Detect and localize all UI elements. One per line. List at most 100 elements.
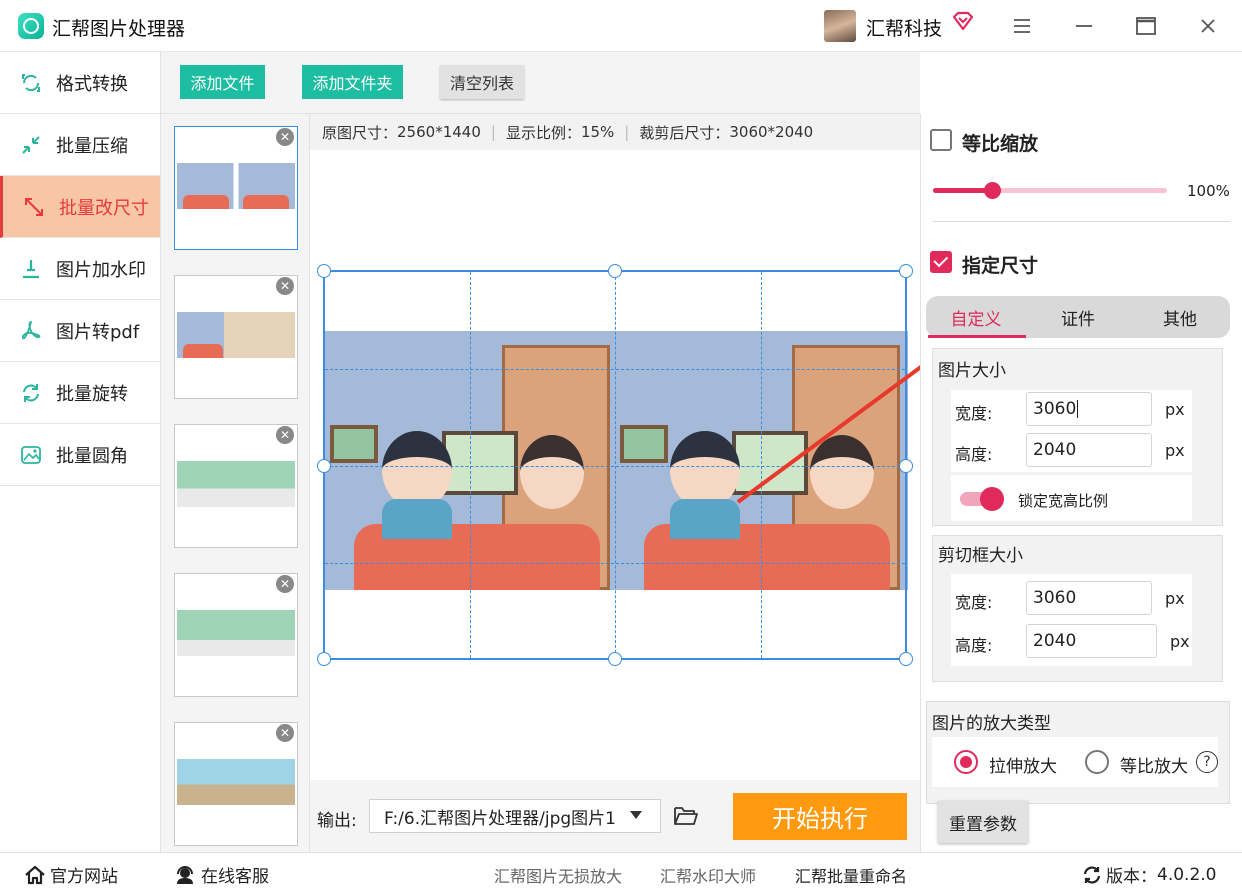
resize-icon [21, 194, 47, 220]
add-folder-button[interactable]: 添加文件夹 [302, 65, 403, 99]
batch-rename-link[interactable]: 汇帮批量重命名 [795, 863, 907, 887]
lossless-enlarge-link[interactable]: 汇帮图片无损放大 [494, 863, 622, 887]
watermark-master-link[interactable]: 汇帮水印大师 [660, 863, 756, 887]
crop-handle-bottom-left[interactable] [317, 652, 331, 666]
remove-thumbnail-icon[interactable]: ✕ [276, 575, 294, 593]
crop-handle-left[interactable] [317, 459, 331, 473]
sidebar-item-batch-compress[interactable]: 批量压缩 [0, 114, 160, 176]
sidebar-item-label: 图片转pdf [56, 321, 140, 343]
sidebar-item-batch-rotate[interactable]: 批量旋转 [0, 362, 160, 424]
sidebar-item-label: 批量压缩 [56, 135, 128, 157]
remove-thumbnail-icon[interactable]: ✕ [276, 277, 294, 295]
remove-thumbnail-icon[interactable]: ✕ [276, 724, 294, 742]
thumbnail-item[interactable]: ✕ [174, 126, 298, 250]
remove-thumbnail-icon[interactable]: ✕ [276, 128, 294, 146]
output-path-value: F:/6.汇帮图片处理器/jpg图片1 [384, 808, 616, 829]
thumbnail-image [177, 312, 295, 358]
online-service-link[interactable]: 在线客服 [174, 862, 269, 887]
crop-handle-top-right[interactable] [899, 264, 913, 278]
image-width-input[interactable]: 3060 [1026, 392, 1152, 426]
image-width-unit: px [1165, 400, 1185, 419]
start-button[interactable]: 开始执行 [733, 793, 907, 840]
sidebar-item-label: 批量旋转 [56, 383, 128, 405]
clear-list-button[interactable]: 清空列表 [440, 65, 524, 99]
cropped-size-value: 3060*2040 [729, 123, 814, 141]
specify-size-checkbox[interactable] [930, 251, 952, 273]
thumbnail-image [177, 461, 295, 507]
thumbnail-item[interactable]: ✕ [174, 573, 298, 697]
sidebar-item-label: 批量改尺寸 [59, 197, 149, 219]
lock-ratio-label: 锁定宽高比例 [1018, 492, 1109, 510]
proportional-scale-checkbox[interactable] [930, 129, 952, 151]
thumbnail-item[interactable]: ✕ [174, 722, 298, 846]
thumbnail-list[interactable]: ✕ ✕ ✕ ✕ ✕ [161, 114, 310, 852]
sidebar: 格式转换 批量压缩 批量改尺寸 图片加水印 图片转pdf 批量旋转 批量圆角 [0, 52, 161, 852]
size-tabs: 自定义 证件 其他 [926, 296, 1230, 338]
thumbnail-image [177, 610, 295, 656]
sidebar-item-format-convert[interactable]: 格式转换 [0, 52, 160, 114]
original-size-label: 原图尺寸： [322, 123, 398, 142]
thumbnail-item[interactable]: ✕ [174, 424, 298, 548]
thumbnail-image [177, 759, 295, 805]
app-title: 汇帮图片处理器 [52, 18, 186, 40]
proportional-scale-label: 等比缩放 [962, 133, 1039, 155]
proportional-enlarge-radio[interactable] [1085, 750, 1109, 774]
add-file-button[interactable]: 添加文件 [180, 65, 265, 99]
crop-width-input[interactable]: 3060 [1026, 581, 1152, 615]
enlarge-type-title: 图片的放大类型 [932, 714, 1051, 734]
image-height-input[interactable]: 2040 [1026, 433, 1152, 467]
image-height-unit: px [1165, 441, 1185, 460]
rotate-icon [18, 380, 44, 406]
refresh-icon [1083, 865, 1101, 884]
stretch-enlarge-radio[interactable] [954, 750, 978, 774]
version-info[interactable]: 版本： 4.0.2.0 [1082, 862, 1216, 887]
help-icon[interactable]: ? [1196, 751, 1218, 773]
official-site-link[interactable]: 官方网站 [24, 862, 118, 887]
output-path-select[interactable]: F:/6.汇帮图片处理器/jpg图片1 [369, 799, 661, 833]
tab-other[interactable]: 其他 [1130, 296, 1230, 338]
crop-handle-bottom-right[interactable] [899, 652, 913, 666]
menu-icon[interactable] [1006, 12, 1038, 40]
user-avatar[interactable] [824, 10, 856, 42]
toolbar: 添加文件 添加文件夹 清空列表 [161, 52, 920, 114]
close-icon[interactable] [1192, 12, 1224, 40]
display-ratio-value: 15% [580, 123, 615, 141]
crop-handle-top-left[interactable] [317, 264, 331, 278]
thumbnail-item[interactable]: ✕ [174, 275, 298, 399]
remove-thumbnail-icon[interactable]: ✕ [276, 426, 294, 444]
crop-height-input[interactable]: 2040 [1026, 624, 1157, 658]
tab-id-photo[interactable]: 证件 [1028, 296, 1128, 338]
convert-icon [18, 70, 44, 96]
app-logo-icon [18, 13, 44, 39]
maximize-icon[interactable] [1130, 12, 1162, 40]
rounded-corner-icon [18, 442, 44, 468]
customer-service-icon [177, 865, 193, 884]
image-height-label: 高度: [955, 445, 993, 464]
folder-open-icon[interactable] [673, 804, 699, 828]
vip-diamond-icon[interactable] [952, 10, 974, 32]
sidebar-item-to-pdf[interactable]: 图片转pdf [0, 300, 160, 362]
crop-handle-top[interactable] [608, 264, 622, 278]
sidebar-item-batch-resize[interactable]: 批量改尺寸 [0, 176, 160, 238]
minimize-icon[interactable] [1068, 12, 1100, 40]
scale-slider-thumb[interactable] [984, 182, 1001, 199]
pdf-icon [18, 318, 44, 344]
sidebar-item-label: 批量圆角 [56, 445, 128, 467]
lock-ratio-toggle[interactable] [960, 487, 1006, 511]
crop-width-label: 宽度: [955, 593, 993, 612]
scale-value: 100% [1187, 182, 1230, 200]
stretch-enlarge-label: 拉伸放大 [989, 757, 1057, 777]
sidebar-item-rounded-corner[interactable]: 批量圆角 [0, 424, 160, 486]
crop-handle-bottom[interactable] [608, 652, 622, 666]
divider [932, 221, 1230, 222]
tab-custom[interactable]: 自定义 [926, 296, 1026, 338]
crop-height-label: 高度: [955, 636, 993, 655]
crop-size-title: 剪切框大小 [938, 546, 1023, 566]
chevron-down-icon[interactable] [630, 811, 642, 819]
sidebar-item-watermark[interactable]: 图片加水印 [0, 238, 160, 300]
version-value: 4.0.2.0 [1157, 864, 1217, 885]
user-name[interactable]: 汇帮科技 [866, 14, 942, 41]
cropped-size-label: 裁剪后尺寸： [639, 123, 730, 142]
reset-params-button[interactable]: 重置参数 [938, 801, 1028, 843]
image-size-title: 图片大小 [938, 361, 1006, 381]
